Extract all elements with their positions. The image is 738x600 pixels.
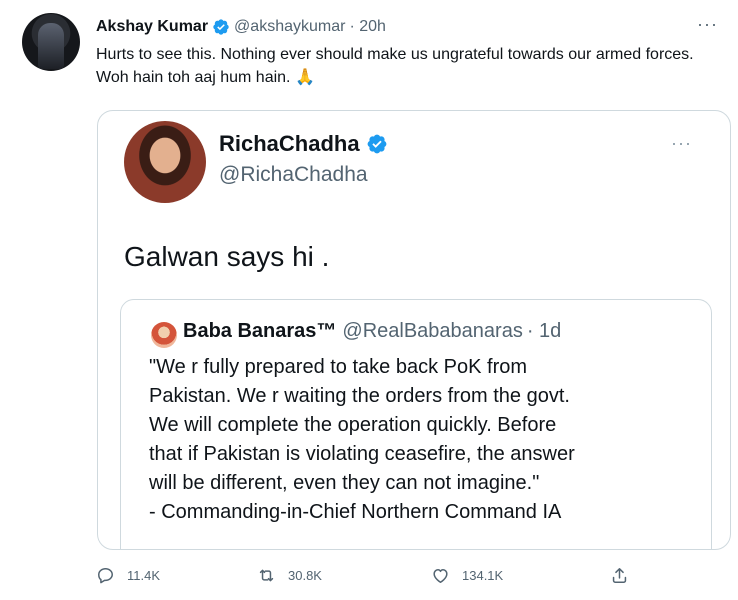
- inner-quoted-tweet-card[interactable]: Baba Banaras™ @RealBababanaras · 1d "We …: [120, 299, 712, 549]
- quoted-author-handle[interactable]: @RichaChadha: [219, 163, 368, 187]
- author-name[interactable]: Akshay Kumar: [96, 18, 208, 36]
- tweet-text: Hurts to see this. Nothing ever should m…: [96, 46, 694, 86]
- author-handle[interactable]: @akshaykumar: [234, 18, 345, 36]
- inner-quote-text: "We r fully prepared to take back PoK fr…: [149, 353, 709, 527]
- inner-quote-line: that if Pakistan is violating ceasefire,…: [149, 443, 575, 465]
- like-button[interactable]: 134.1K: [431, 566, 503, 585]
- inner-quote-line: We will complete the operation quickly. …: [149, 414, 557, 436]
- reply-count: 11.4K: [127, 568, 161, 583]
- more-options-icon[interactable]: ···: [697, 14, 718, 35]
- retweet-icon: [259, 569, 274, 582]
- quoted-tweet-text: Galwan says hi .: [124, 241, 330, 272]
- quoted-author-name[interactable]: RichaChadha: [219, 131, 360, 157]
- tweet-time[interactable]: · 20h: [349, 18, 385, 36]
- retweet-count: 30.8K: [288, 568, 322, 583]
- quoted-tweet-card[interactable]: RichaChadha @RichaChadha ··· Galwan says…: [97, 110, 731, 550]
- reply-icon: [98, 568, 113, 584]
- inner-quote-line: Pakistan. We r waiting the orders from t…: [149, 385, 570, 407]
- tweet-header: Akshay Kumar @akshaykumar · 20h: [96, 16, 386, 38]
- inner-quote-line: - Commanding-in-Chief Northern Command I…: [149, 501, 562, 523]
- quoted-header: RichaChadha: [219, 131, 388, 157]
- verified-badge-icon: [213, 19, 229, 35]
- verified-badge-icon: [367, 134, 386, 154]
- inner-author-name[interactable]: Baba Banaras™: [183, 320, 336, 343]
- inner-quote-line: will be different, even they can not ima…: [149, 472, 540, 494]
- like-icon: [433, 569, 448, 583]
- inner-quote-line: "We r fully prepared to take back PoK fr…: [149, 356, 528, 378]
- more-options-icon[interactable]: ···: [671, 133, 692, 154]
- baba-avatar[interactable]: [151, 322, 177, 348]
- share-button[interactable]: [610, 566, 641, 585]
- akshay-avatar[interactable]: [22, 13, 80, 71]
- share-icon: [612, 568, 627, 583]
- richa-avatar[interactable]: [124, 121, 206, 203]
- inner-quote-header: Baba Banaras™ @RealBababanaras · 1d: [183, 320, 561, 343]
- retweet-button[interactable]: 30.8K: [257, 566, 322, 585]
- like-count: 134.1K: [462, 568, 504, 583]
- inner-tweet-time[interactable]: · 1d: [527, 320, 561, 343]
- reply-button[interactable]: 11.4K: [96, 566, 160, 585]
- tweet-actions: 11.4K 30.8K 134.1K: [96, 566, 636, 590]
- inner-author-handle[interactable]: @RealBababanaras: [342, 320, 522, 343]
